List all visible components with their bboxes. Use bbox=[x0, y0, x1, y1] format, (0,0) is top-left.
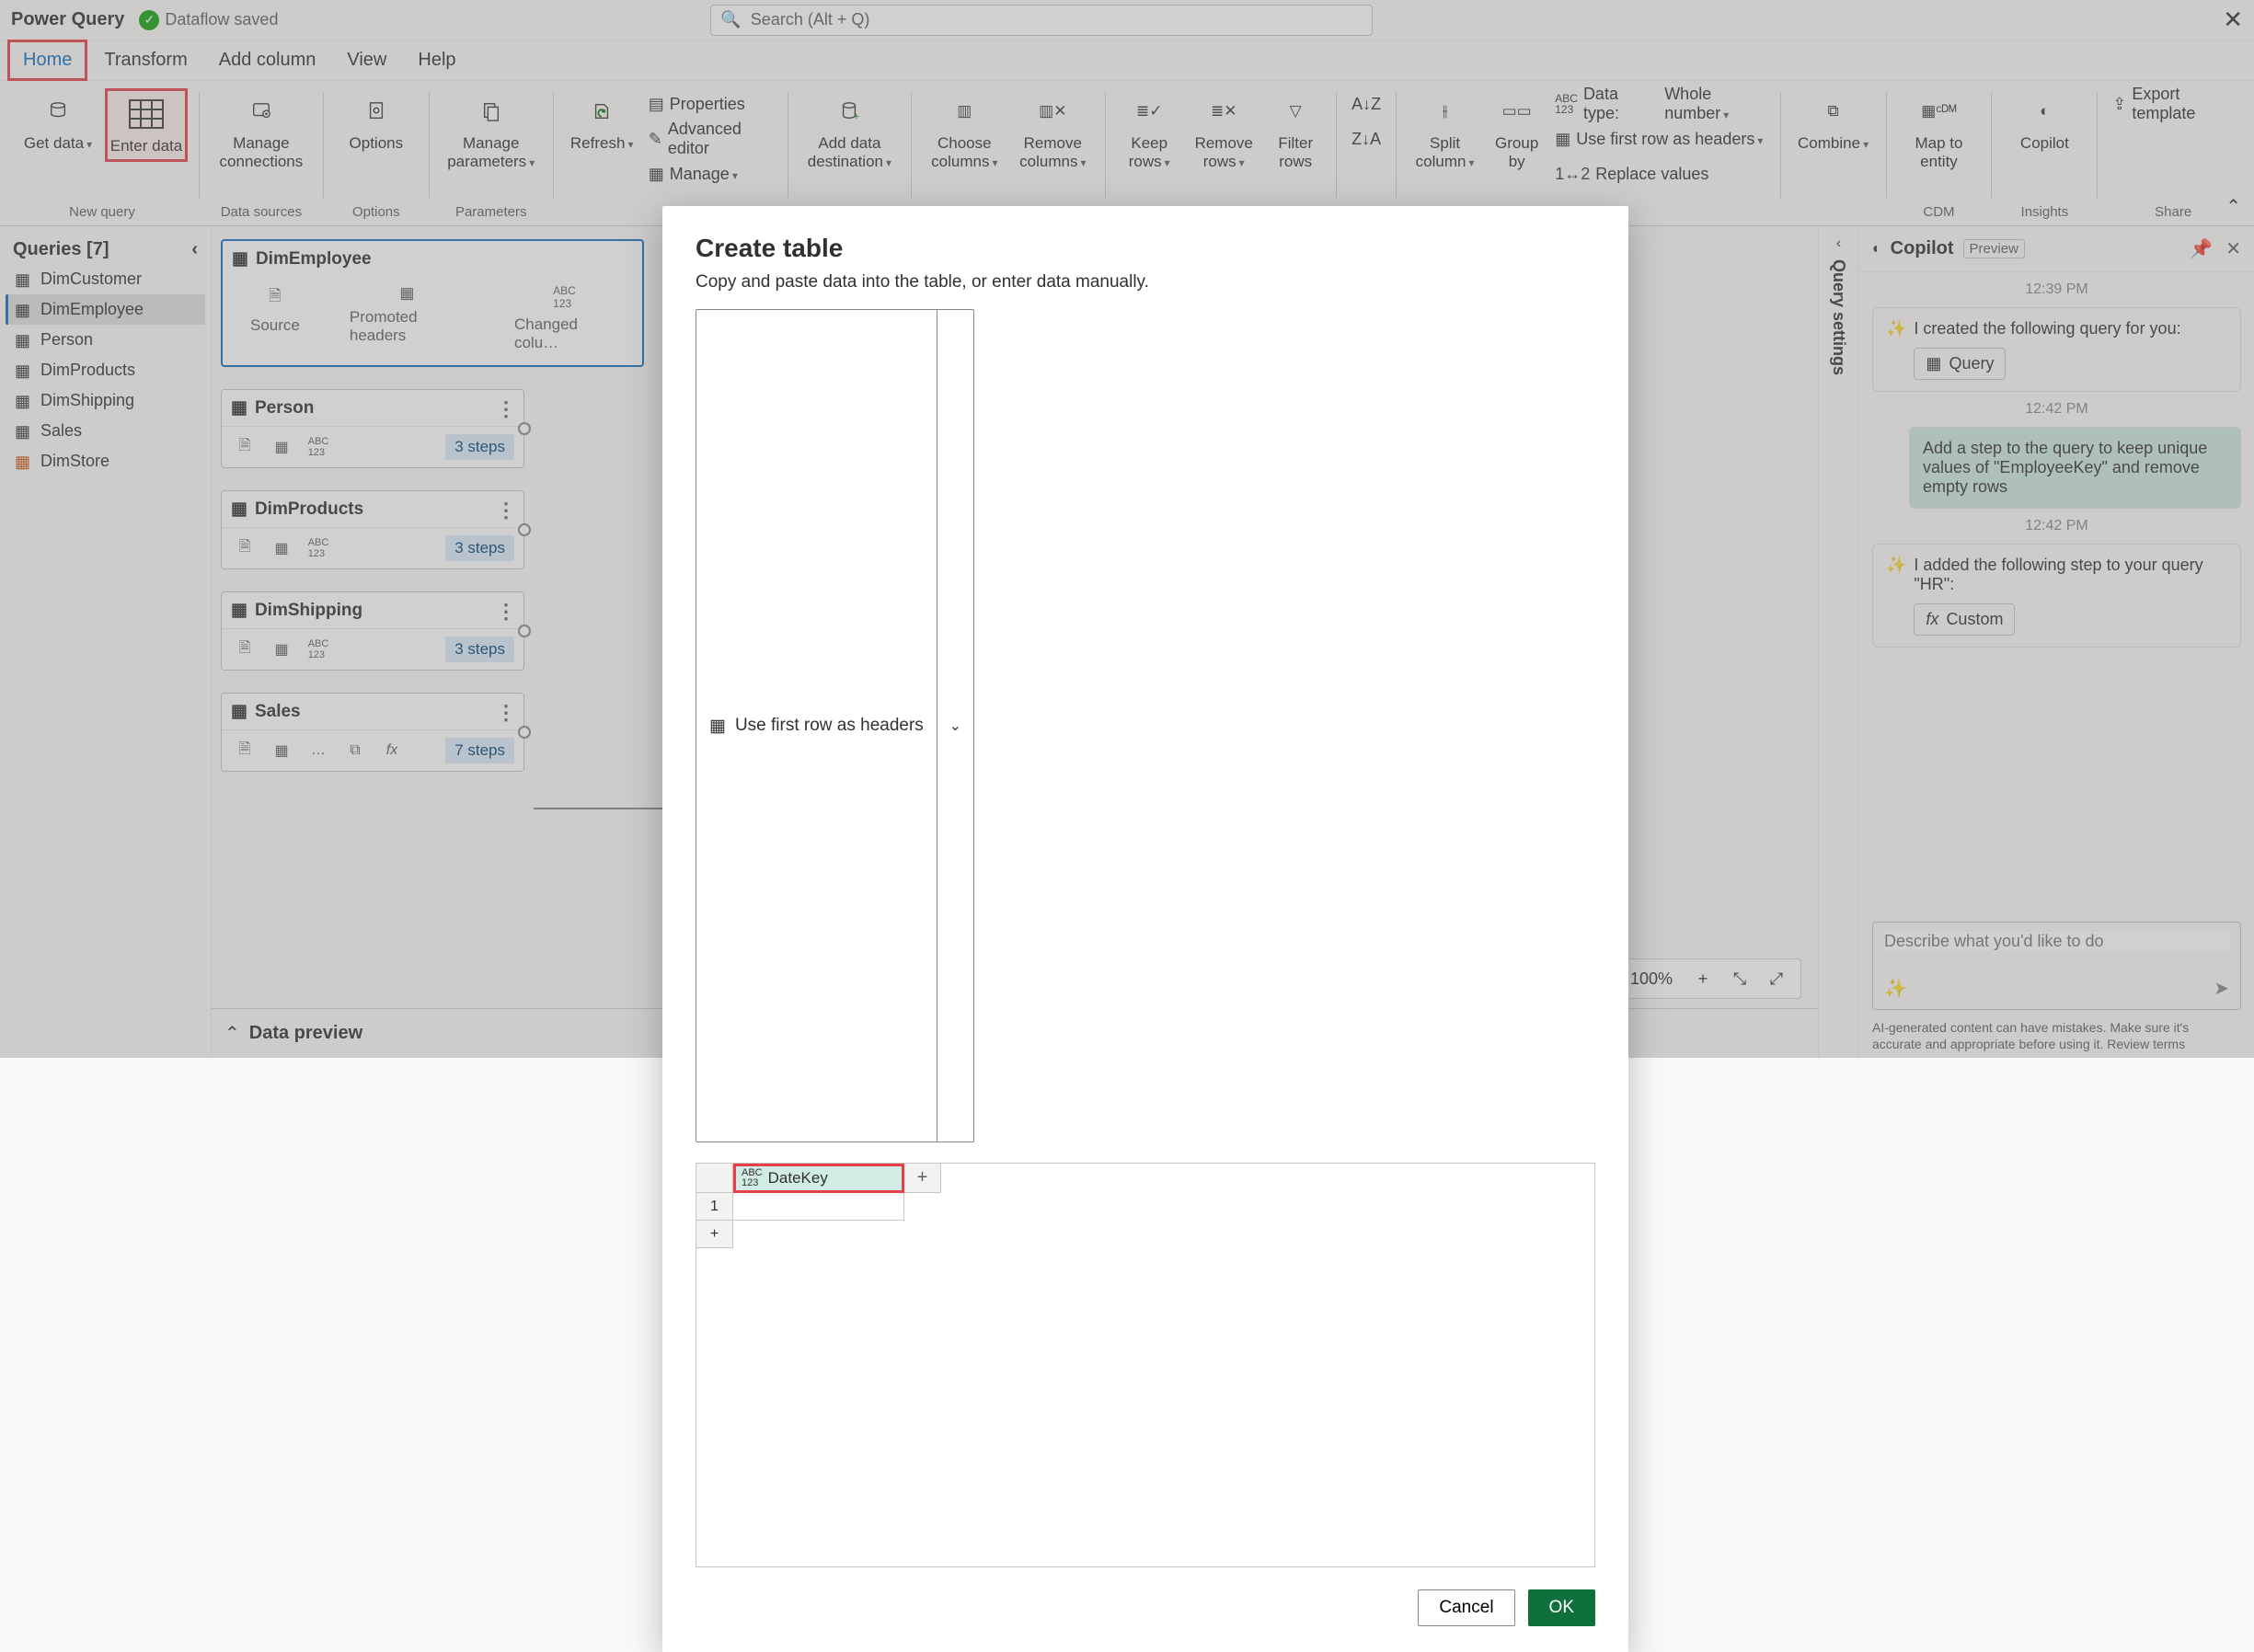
abc123-icon: ABC123 bbox=[742, 1168, 763, 1188]
row-number: 1 bbox=[696, 1193, 733, 1221]
grid-cell[interactable] bbox=[733, 1193, 904, 1221]
headers-btn-label: Use first row as headers bbox=[735, 716, 924, 736]
add-row-button[interactable]: + bbox=[696, 1221, 733, 1248]
table-icon: ▦ bbox=[709, 716, 726, 737]
cancel-button[interactable]: Cancel bbox=[1418, 1589, 1514, 1626]
data-grid[interactable]: ABC123 DateKey + 1 + bbox=[696, 1163, 1595, 1567]
create-table-dialog: Create table Copy and paste data into th… bbox=[662, 206, 1628, 1652]
column-name: DateKey bbox=[768, 1169, 828, 1187]
use-first-row-headers-button[interactable]: ▦ Use first row as headers ⌄ bbox=[696, 309, 974, 1142]
ok-button[interactable]: OK bbox=[1528, 1589, 1595, 1626]
headers-dropdown-icon[interactable]: ⌄ bbox=[937, 310, 973, 1141]
dialog-title: Create table bbox=[696, 234, 1595, 263]
column-header-datekey[interactable]: ABC123 DateKey bbox=[733, 1164, 904, 1193]
add-column-button[interactable]: + bbox=[904, 1164, 941, 1193]
dialog-subtitle: Copy and paste data into the table, or e… bbox=[696, 272, 1595, 293]
grid-corner bbox=[696, 1164, 733, 1193]
